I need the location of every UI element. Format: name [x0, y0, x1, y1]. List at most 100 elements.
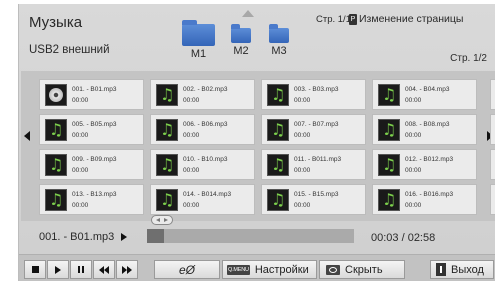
exit-key-icon — [436, 263, 446, 276]
settings-label: Настройки — [254, 263, 309, 276]
next-tile-edge — [490, 114, 495, 145]
file-duration: 00:00 — [183, 97, 200, 104]
file-tile[interactable]: 004. - B04.mp3 00:00 — [372, 79, 477, 110]
progress-bar[interactable] — [147, 229, 354, 243]
music-note-icon — [267, 154, 289, 176]
music-note-icon — [267, 119, 289, 141]
file-name: 012. - B012.mp3 — [405, 156, 454, 163]
file-tile[interactable]: 007. - B07.mp3 00:00 — [261, 114, 366, 145]
file-duration: 00:00 — [72, 132, 89, 139]
energy-saving-button[interactable]: eØ — [154, 260, 220, 279]
file-grid: 001. - B01.mp3 00:00 002. - B02.mp3 00:0… — [21, 71, 495, 221]
list-page-indicator: Стр. 1/2 — [450, 53, 487, 64]
music-note-icon — [267, 84, 289, 106]
file-tile[interactable]: 002. - B02.mp3 00:00 — [150, 79, 255, 110]
folder-page-indicator: Стр. 1/1 — [316, 14, 351, 25]
play-icon — [55, 265, 61, 274]
file-name: 014. - B014.mp3 — [183, 191, 232, 198]
file-duration: 00:00 — [294, 132, 311, 139]
music-note-icon — [378, 189, 400, 211]
pause-icon — [78, 266, 84, 273]
file-duration: 00:00 — [294, 167, 311, 174]
page-key-icon: P — [349, 13, 357, 25]
file-duration: 00:00 — [405, 132, 422, 139]
qmenu-key-icon: Q.MENU — [227, 264, 250, 275]
music-note-icon — [45, 154, 67, 176]
control-bar: eØ Q.MENU Настройки Скрыть Выход — [19, 254, 495, 281]
play-button[interactable] — [47, 260, 69, 279]
energy-saving-icon: eØ — [178, 262, 195, 277]
file-tile[interactable]: 008. - B08.mp3 00:00 — [372, 114, 477, 145]
file-duration: 00:00 — [72, 202, 89, 209]
file-duration: 00:00 — [405, 167, 422, 174]
file-duration: 00:00 — [72, 167, 89, 174]
page-change-hint[interactable]: P Изменение страницы — [349, 13, 463, 25]
file-duration: 00:00 — [183, 202, 200, 209]
hide-button[interactable]: Скрыть — [319, 260, 405, 279]
exit-button[interactable]: Выход — [430, 260, 494, 279]
music-note-icon — [378, 119, 400, 141]
settings-button[interactable]: Q.MENU Настройки — [222, 260, 317, 279]
now-playing: 001. - B01.mp3 — [39, 231, 128, 243]
music-note-icon — [45, 189, 67, 211]
file-tile[interactable]: 013. - B13.mp3 00:00 — [39, 184, 144, 215]
file-tile[interactable]: 005. - B05.mp3 00:00 — [39, 114, 144, 145]
rewind-icon — [99, 265, 109, 274]
file-duration: 00:00 — [183, 167, 200, 174]
seek-handle-icon[interactable] — [151, 215, 173, 225]
music-note-icon — [156, 84, 178, 106]
folder-up-arrow-icon[interactable] — [242, 10, 254, 17]
music-note-icon — [378, 84, 400, 106]
folder-icon — [182, 20, 215, 46]
stop-icon — [31, 266, 39, 273]
fast-forward-button[interactable] — [116, 260, 138, 279]
file-name: 006. - B06.mp3 — [183, 121, 228, 128]
folder-m2[interactable]: M2 — [231, 24, 251, 57]
prev-page-arrow-icon[interactable] — [24, 131, 30, 141]
file-duration: 00:00 — [183, 132, 200, 139]
file-tile[interactable]: 003. - B03.mp3 00:00 — [261, 79, 366, 110]
file-name: 013. - B13.mp3 — [72, 191, 117, 198]
file-tile[interactable]: 006. - B06.mp3 00:00 — [150, 114, 255, 145]
music-note-icon — [156, 189, 178, 211]
play-state-icon — [121, 233, 128, 241]
folder-icon — [231, 24, 251, 43]
folder-label: M3 — [271, 45, 287, 57]
file-name: 007. - B07.mp3 — [294, 121, 339, 128]
exit-label: Выход — [451, 263, 484, 276]
music-note-icon — [378, 154, 400, 176]
folder-m1[interactable]: M1 — [182, 20, 215, 60]
file-name: 008. - B08.mp3 — [405, 121, 450, 128]
music-browser-screen: Музыка USB2 внешний M1 M2 M3 Стр. 1/1 P … — [18, 4, 495, 281]
music-note-icon — [156, 119, 178, 141]
file-tile[interactable]: 016. - B016.mp3 00:00 — [372, 184, 477, 215]
file-tile[interactable]: 001. - B01.mp3 00:00 — [39, 79, 144, 110]
music-note-icon — [45, 119, 67, 141]
folder-m3[interactable]: M3 — [269, 24, 289, 57]
file-tile[interactable]: 014. - B014.mp3 00:00 — [150, 184, 255, 215]
music-note-icon — [267, 189, 289, 211]
next-tile-edge — [490, 184, 495, 215]
folder-label: M2 — [233, 45, 249, 57]
fast-forward-icon — [122, 265, 132, 274]
file-tile[interactable]: 011. - B011.mp3 00:00 — [261, 149, 366, 180]
file-name: 011. - B011.mp3 — [294, 156, 342, 163]
file-tile[interactable]: 015. - B15.mp3 00:00 — [261, 184, 366, 215]
next-tile-edge — [490, 79, 495, 110]
playback-time: 00:03 / 02:58 — [371, 232, 436, 244]
stop-button[interactable] — [24, 260, 46, 279]
file-duration: 00:00 — [294, 97, 311, 104]
file-tile[interactable]: 010. - B10.mp3 00:00 — [150, 149, 255, 180]
hide-key-icon — [326, 264, 340, 275]
file-name: 016. - B016.mp3 — [405, 191, 454, 198]
file-name: 002. - B02.mp3 — [183, 86, 228, 93]
file-duration: 00:00 — [294, 202, 311, 209]
now-playing-title: 001. - B01.mp3 — [39, 231, 115, 243]
file-name: 001. - B01.mp3 — [72, 86, 117, 93]
pause-button[interactable] — [70, 260, 92, 279]
rewind-button[interactable] — [93, 260, 115, 279]
file-tile[interactable]: 009. - B09.mp3 00:00 — [39, 149, 144, 180]
music-note-icon — [156, 154, 178, 176]
file-tile[interactable]: 012. - B012.mp3 00:00 — [372, 149, 477, 180]
file-duration: 00:00 — [405, 97, 422, 104]
